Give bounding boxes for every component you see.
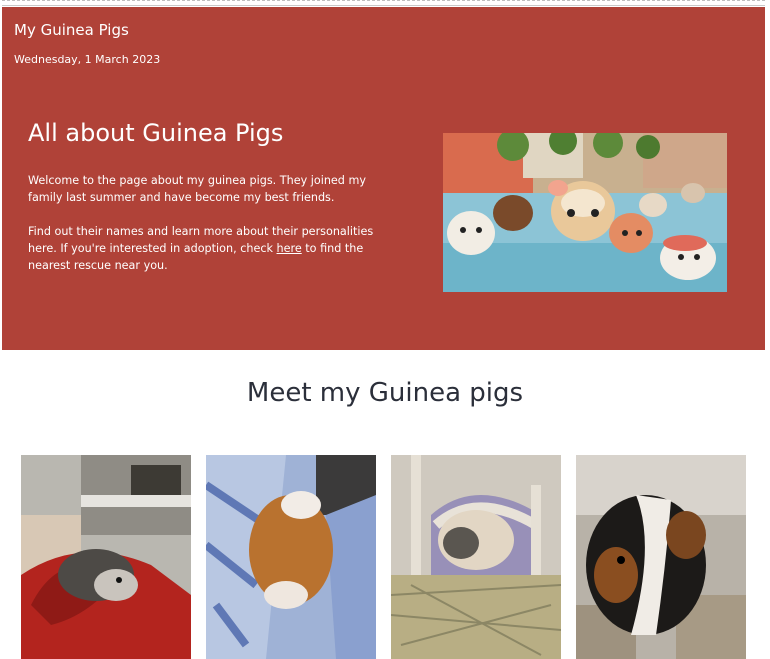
date-label: Wednesday, 1 March 2023: [14, 53, 161, 66]
guinea-pig-toys-image: [443, 133, 727, 292]
rescue-link[interactable]: here: [277, 242, 302, 255]
hero-heading: All about Guinea Pigs: [28, 119, 284, 147]
toys-illustration: [443, 133, 727, 292]
hero-banner: My Guinea Pigs Wednesday, 1 March 2023 A…: [2, 7, 765, 350]
intro-paragraph: Welcome to the page about my guinea pigs…: [28, 174, 366, 204]
guinea-pig-photo-1[interactable]: [21, 455, 191, 659]
adoption-paragraph: Find out their names and learn more abou…: [28, 223, 388, 274]
guinea-pig-photo-icon: [576, 455, 746, 659]
guinea-pig-photo-2[interactable]: [206, 455, 376, 659]
guinea-pig-photo-3[interactable]: [391, 455, 561, 659]
top-divider: [2, 0, 765, 6]
guinea-pig-photo-icon: [206, 455, 376, 659]
site-title[interactable]: My Guinea Pigs: [14, 21, 129, 39]
guinea-pig-photo-4[interactable]: [576, 455, 746, 659]
guinea-pig-photo-icon: [21, 455, 191, 659]
guinea-pig-photo-icon: [391, 455, 561, 659]
gallery-title: Meet my Guinea pigs: [246, 378, 524, 408]
hero-text: Welcome to the page about my guinea pigs…: [28, 172, 388, 291]
